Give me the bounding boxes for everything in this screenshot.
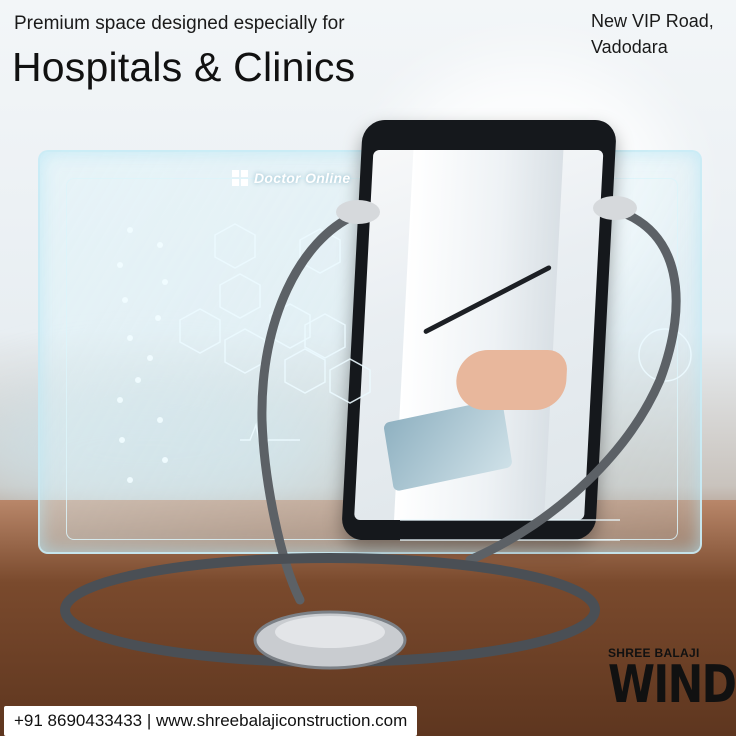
advert-poster: Doctor Online Premium space designed esp… (0, 0, 736, 736)
brand-logo: SHREE BALAJI WIND (608, 646, 736, 715)
location-line-2: Vadodara (591, 37, 668, 57)
location-line-1: New VIP Road, (591, 11, 714, 31)
location-address: New VIP Road, Vadodara (591, 8, 714, 60)
smartphone (340, 120, 618, 540)
brand-name: WIND (608, 655, 736, 715)
hologram-title-text: Doctor Online (254, 170, 351, 186)
hologram-title: Doctor Online (232, 170, 350, 186)
headline: Hospitals & Clinics (12, 44, 356, 90)
contact-bar: +91 8690433433 | www.shreebalajiconstruc… (4, 706, 418, 736)
doctor-hand-image (454, 350, 568, 410)
windows-logo-icon (232, 170, 248, 186)
phone-screen (354, 150, 604, 520)
tagline: Premium space designed especially for (14, 13, 345, 34)
